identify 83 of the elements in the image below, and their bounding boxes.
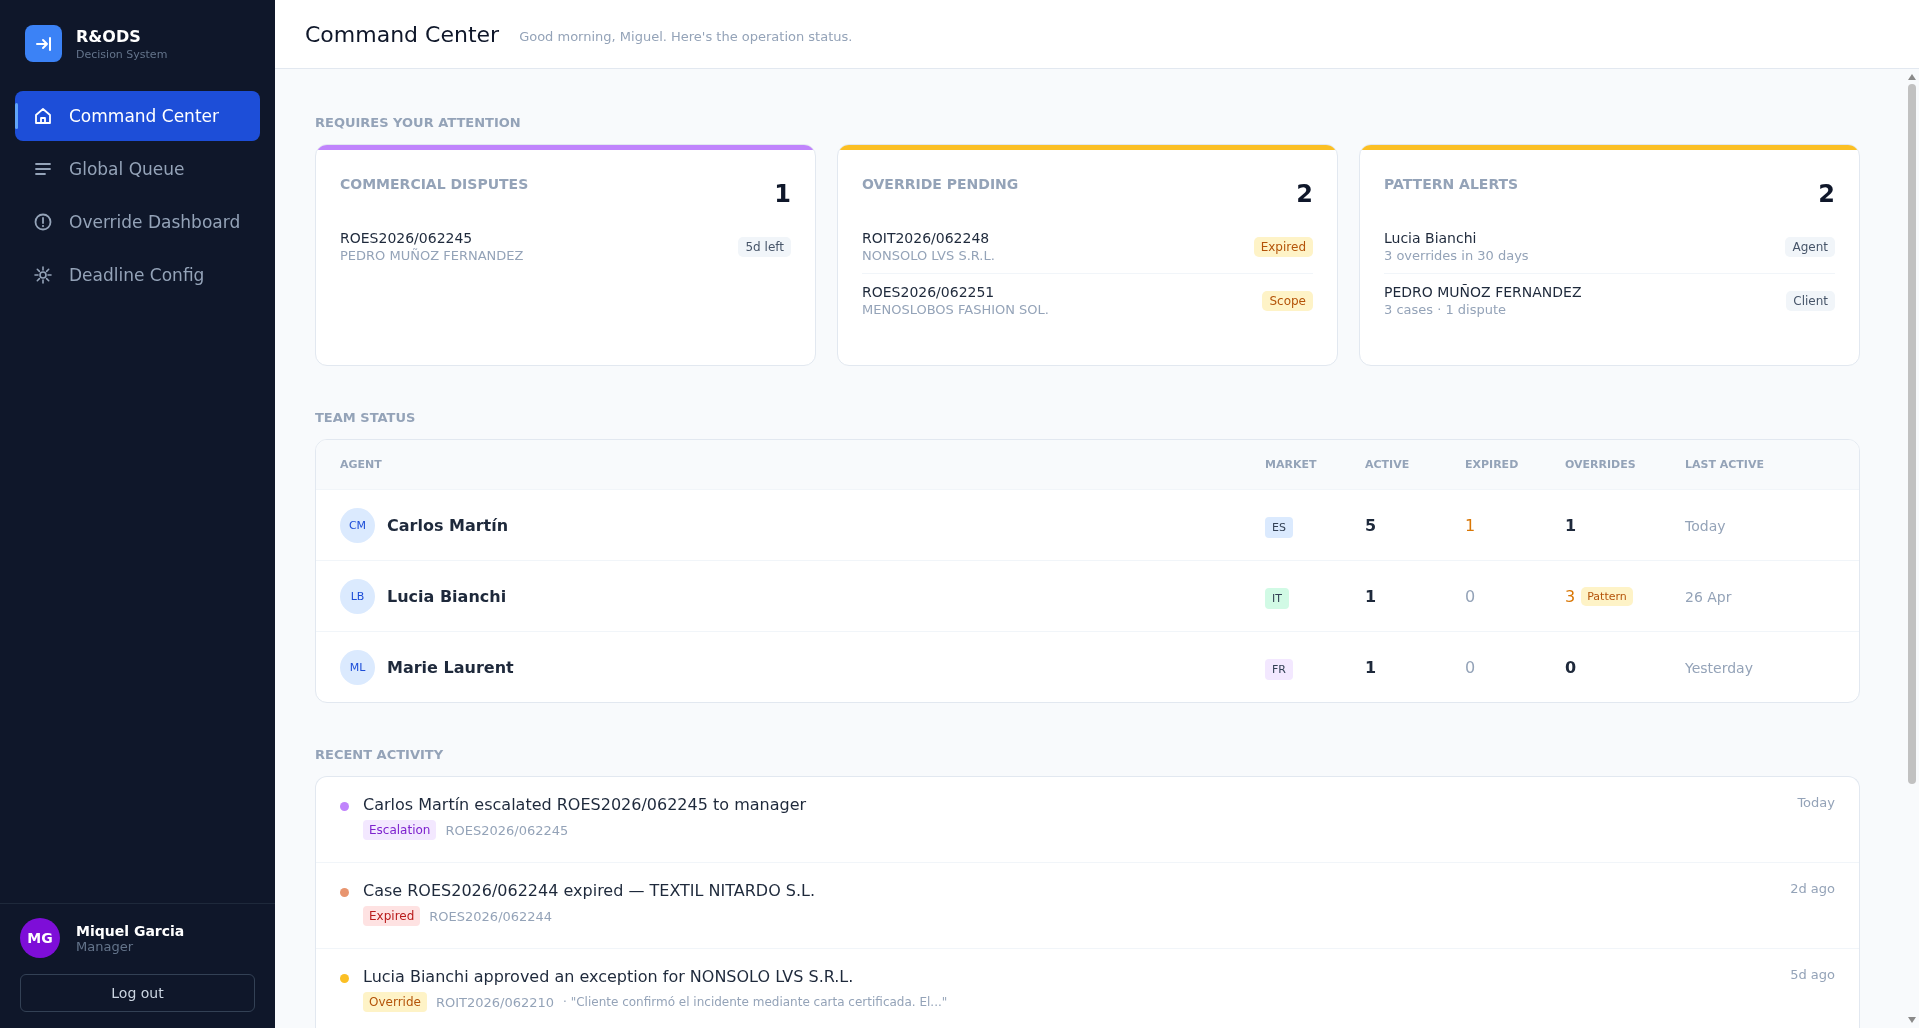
table-cell: 5 (1365, 515, 1377, 535)
case-reference: ROIT2026/062210 (435, 994, 555, 1010)
logo-icon (25, 25, 62, 62)
card-count: 2 (1818, 180, 1835, 208)
activity-text: Carlos Martín escalated ROES2026/062245 to manager (363, 795, 808, 814)
column-header: OVERRIDES (1565, 458, 1637, 471)
alert-icon (33, 212, 53, 232)
section-heading: REQUIRES YOUR ATTENTION (315, 115, 522, 130)
home-icon (33, 106, 53, 126)
agent-name: Marie Laurent (387, 657, 514, 677)
activity-text: Lucia Bianchi approved an exception for NONSOLO LVS S.R.L. (363, 967, 855, 986)
item-title: PEDRO MUÑOZ FERNANDEZ (1384, 284, 1582, 300)
page-title: Command Center (305, 21, 500, 47)
column-header: LAST ACTIVE (1685, 458, 1765, 471)
column-header: ACTIVE (1365, 458, 1411, 471)
case-reference: ROES2026/062244 (429, 908, 553, 924)
case-reference: ROES2026/062245 (445, 822, 569, 838)
card-title: PATTERN ALERTS (1384, 176, 1519, 194)
item-title: Lucia Bianchi (1384, 230, 1478, 246)
activity-text: Case ROES2026/062244 expired — TEXTIL NITARDO S.L. (363, 881, 817, 900)
activity-time: 5d ago (1790, 967, 1835, 982)
activity-note: · "Cliente confirmó el incidente mediante carta certificada. El..." (563, 995, 948, 1009)
table-cell: Yesterday (1685, 659, 1753, 676)
agent-avatar: ML (340, 649, 375, 685)
market-tag: IT (1265, 587, 1289, 609)
greeting-text: Good morning, Miguel. Here's the operation status. (519, 28, 853, 44)
table-cell: 1 (1465, 515, 1476, 535)
agent-name: Lucia Bianchi (387, 586, 507, 606)
agent-name: Carlos Martín (387, 515, 509, 535)
agent-avatar: LB (340, 578, 375, 614)
item-subtitle: 3 overrides in 30 days (1384, 248, 1529, 263)
card-count: 2 (1296, 180, 1313, 208)
column-header: EXPIRED (1465, 458, 1520, 471)
card-count: 1 (774, 180, 791, 208)
activity-tag: Escalation (363, 820, 437, 840)
table-cell: 0 (1465, 657, 1476, 677)
table-cell: 1 (1565, 515, 1577, 535)
nav-item[interactable]: Override Dashboard (15, 197, 260, 247)
status-badge: Scope (1262, 290, 1313, 311)
item-title: ROIT2026/062248 (862, 230, 991, 246)
section-heading: RECENT ACTIVITY (315, 747, 445, 762)
nav-item[interactable]: Deadline Config (15, 250, 260, 300)
table-cell: 0 (1465, 586, 1476, 606)
status-badge: 5d left (738, 236, 791, 257)
status-badge: Agent (1785, 236, 1835, 257)
scroll-up-icon[interactable] (1907, 73, 1917, 81)
nav-item[interactable]: Global Queue (15, 144, 260, 194)
item-subtitle: MENOSLOBOS FASHION SOL. (862, 302, 1049, 317)
status-badge: Expired (1253, 236, 1313, 257)
table-cell: 0 (1565, 657, 1577, 677)
nav-item[interactable]: Command Center (15, 91, 260, 141)
activity-tag: Expired (363, 906, 421, 926)
logout-button[interactable]: Log out (20, 974, 255, 1012)
user-avatar: MG (20, 918, 60, 958)
activity-tag: Override (363, 992, 427, 1012)
scroll-down-icon[interactable] (1907, 1016, 1917, 1024)
activity-time: 2d ago (1790, 881, 1835, 896)
item-subtitle: NONSOLO LVS S.R.L. (862, 248, 995, 263)
section-heading: TEAM STATUS (315, 410, 417, 425)
user-name: Miquel Garcia (76, 922, 185, 939)
agent-avatar: CM (340, 507, 375, 543)
column-header: AGENT (340, 458, 383, 471)
status-badge: Client (1786, 290, 1835, 311)
column-header: MARKET (1265, 458, 1318, 471)
item-title: ROES2026/062245 (340, 230, 474, 246)
table-cell: 1 (1365, 586, 1377, 606)
activity-time: Today (1797, 795, 1835, 810)
brand-subtitle: Decision System (76, 47, 168, 61)
market-tag: FR (1265, 658, 1293, 680)
brand-name: R&ODS (76, 26, 142, 46)
pattern-badge: Pattern (1581, 586, 1633, 606)
market-tag: ES (1265, 516, 1293, 538)
table-cell: 3 (1565, 586, 1576, 606)
card-title: OVERRIDE PENDING (862, 176, 1019, 194)
table-cell: 1 (1365, 657, 1377, 677)
item-title: ROES2026/062251 (862, 284, 996, 300)
sun-icon (33, 265, 53, 285)
item-subtitle: 3 cases · 1 dispute (1384, 302, 1508, 317)
table-cell: Today (1685, 517, 1726, 534)
item-subtitle: PEDRO MUÑOZ FERNANDEZ (340, 248, 524, 263)
user-role: Manager (76, 938, 134, 954)
table-cell: 26 Apr (1685, 588, 1732, 605)
card-title: COMMERCIAL DISPUTES (340, 176, 529, 194)
